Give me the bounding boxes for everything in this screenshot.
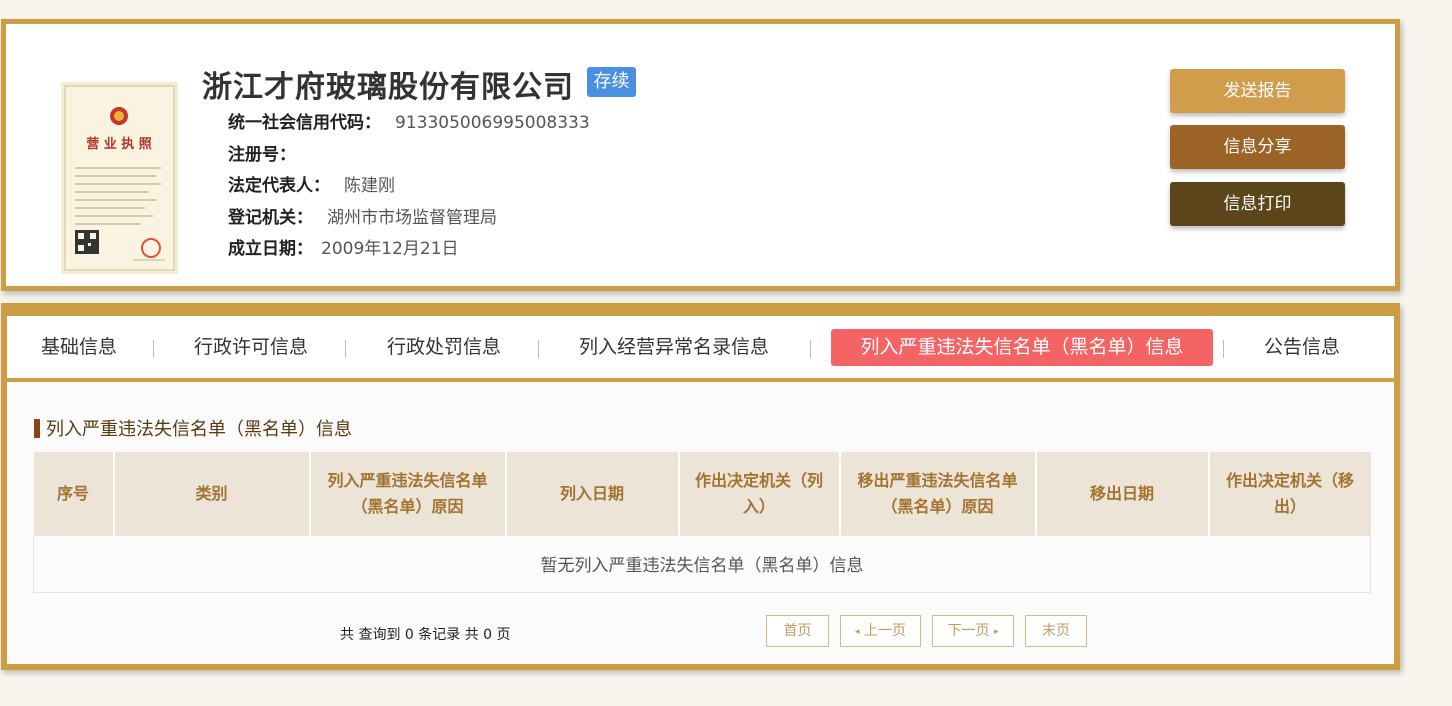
registration-authority-row: 登记机关： 湖州市市场监督管理局: [228, 203, 497, 228]
registration-number-row: 注册号：: [228, 140, 310, 165]
credit-code-label: 统一社会信用代码：: [228, 113, 381, 133]
credit-code-row: 统一社会信用代码： 913305006995008333: [228, 108, 590, 133]
column-header-removal-authority: 作出决定机关（移出）: [1208, 452, 1371, 536]
table-header-row: 序号 类别 列入严重违法失信名单（黑名单）原因 列入日期 作出决定机关（列入） …: [33, 452, 1371, 536]
tab-administrative-license[interactable]: 行政许可信息: [194, 329, 308, 366]
column-header-listing-date: 列入日期: [505, 452, 680, 536]
section-title: 列入严重违法失信名单（黑名单）信息: [34, 415, 352, 441]
pagination-summary: 共 查询到 0 条记录 共 0 页: [340, 627, 511, 643]
share-info-button[interactable]: 信息分享: [1170, 125, 1345, 169]
tab-basic-info[interactable]: 基础信息: [41, 329, 117, 366]
business-license-image: 营 业 执 照: [61, 82, 178, 274]
tab-abnormal-operations[interactable]: 列入经营异常名录信息: [579, 329, 769, 366]
blacklist-table: 序号 类别 列入严重违法失信名单（黑名单）原因 列入日期 作出决定机关（列入） …: [33, 452, 1371, 593]
section-title-text: 列入严重违法失信名单（黑名单）信息: [46, 419, 352, 440]
registration-number-label: 注册号：: [228, 145, 296, 165]
tab-announcements[interactable]: 公告信息: [1264, 329, 1340, 366]
established-date-label: 成立日期：: [228, 239, 313, 259]
send-report-button[interactable]: 发送报告: [1170, 69, 1345, 113]
registration-authority-value: 湖州市市场监督管理局: [327, 208, 497, 228]
established-date-value: 2009年12月21日: [321, 239, 459, 259]
next-page-label: 下一页: [947, 623, 990, 639]
column-header-listing-reason: 列入严重违法失信名单（黑名单）原因: [309, 452, 507, 536]
tab-divider: [1223, 340, 1224, 358]
license-title: 营 业 执 照: [86, 136, 152, 152]
previous-page-label: 上一页: [863, 623, 906, 639]
caret-left-icon: ◂: [855, 627, 860, 637]
caret-right-icon: ▸: [993, 627, 999, 637]
registration-authority-label: 登记机关：: [228, 208, 313, 228]
tab-serious-violation-blacklist[interactable]: 列入严重违法失信名单（黑名单）信息: [831, 329, 1213, 366]
tab-divider: [345, 340, 346, 358]
next-page-button[interactable]: 下一页 ▸: [932, 615, 1014, 647]
print-info-button[interactable]: 信息打印: [1170, 182, 1345, 226]
tab-divider: [810, 340, 811, 358]
column-header-removal-reason: 移出严重违法失信名单（黑名单）原因: [839, 452, 1037, 536]
blacklist-section: 列入严重违法失信名单（黑名单）信息 序号 类别 列入严重违法失信名单（黑名单）原…: [7, 382, 1394, 664]
first-page-button[interactable]: 首页: [766, 615, 829, 647]
column-header-listing-authority: 作出决定机关（列入）: [678, 452, 841, 536]
previous-page-button[interactable]: ◂ 上一页: [840, 615, 921, 647]
last-page-button[interactable]: 末页: [1025, 615, 1087, 647]
column-header-removal-date: 移出日期: [1035, 452, 1210, 536]
tab-bar: 基础信息 行政许可信息 行政处罚信息 列入经营异常名录信息 列入严重违法失信名单…: [7, 316, 1394, 378]
legal-representative-label: 法定代表人：: [228, 176, 330, 196]
column-header-category: 类别: [113, 452, 311, 536]
legal-representative-value: 陈建刚: [344, 176, 395, 196]
status-badge: 存续: [587, 67, 636, 97]
empty-message: 暂无列入严重违法失信名单（黑名单）信息: [33, 536, 1371, 593]
tab-divider: [153, 340, 154, 358]
table-row: 暂无列入严重违法失信名单（黑名单）信息: [33, 536, 1371, 593]
company-card: 营 业 执 照 浙江才府玻璃股份有限公司 存续 统一社会信用代码： 9133050…: [1, 19, 1400, 291]
company-name: 浙江才府玻璃股份有限公司: [202, 70, 574, 105]
detail-panel: 基础信息 行政许可信息 行政处罚信息 列入经营异常名录信息 列入严重违法失信名单…: [1, 303, 1400, 670]
section-title-marker: [34, 419, 40, 438]
tab-administrative-penalty[interactable]: 行政处罚信息: [387, 329, 501, 366]
legal-representative-row: 法定代表人： 陈建刚: [228, 171, 395, 196]
credit-code-value: 913305006995008333: [395, 113, 590, 133]
column-header-index: 序号: [33, 452, 115, 536]
established-date-row: 成立日期： 2009年12月21日: [228, 234, 459, 259]
tab-divider: [538, 340, 539, 358]
